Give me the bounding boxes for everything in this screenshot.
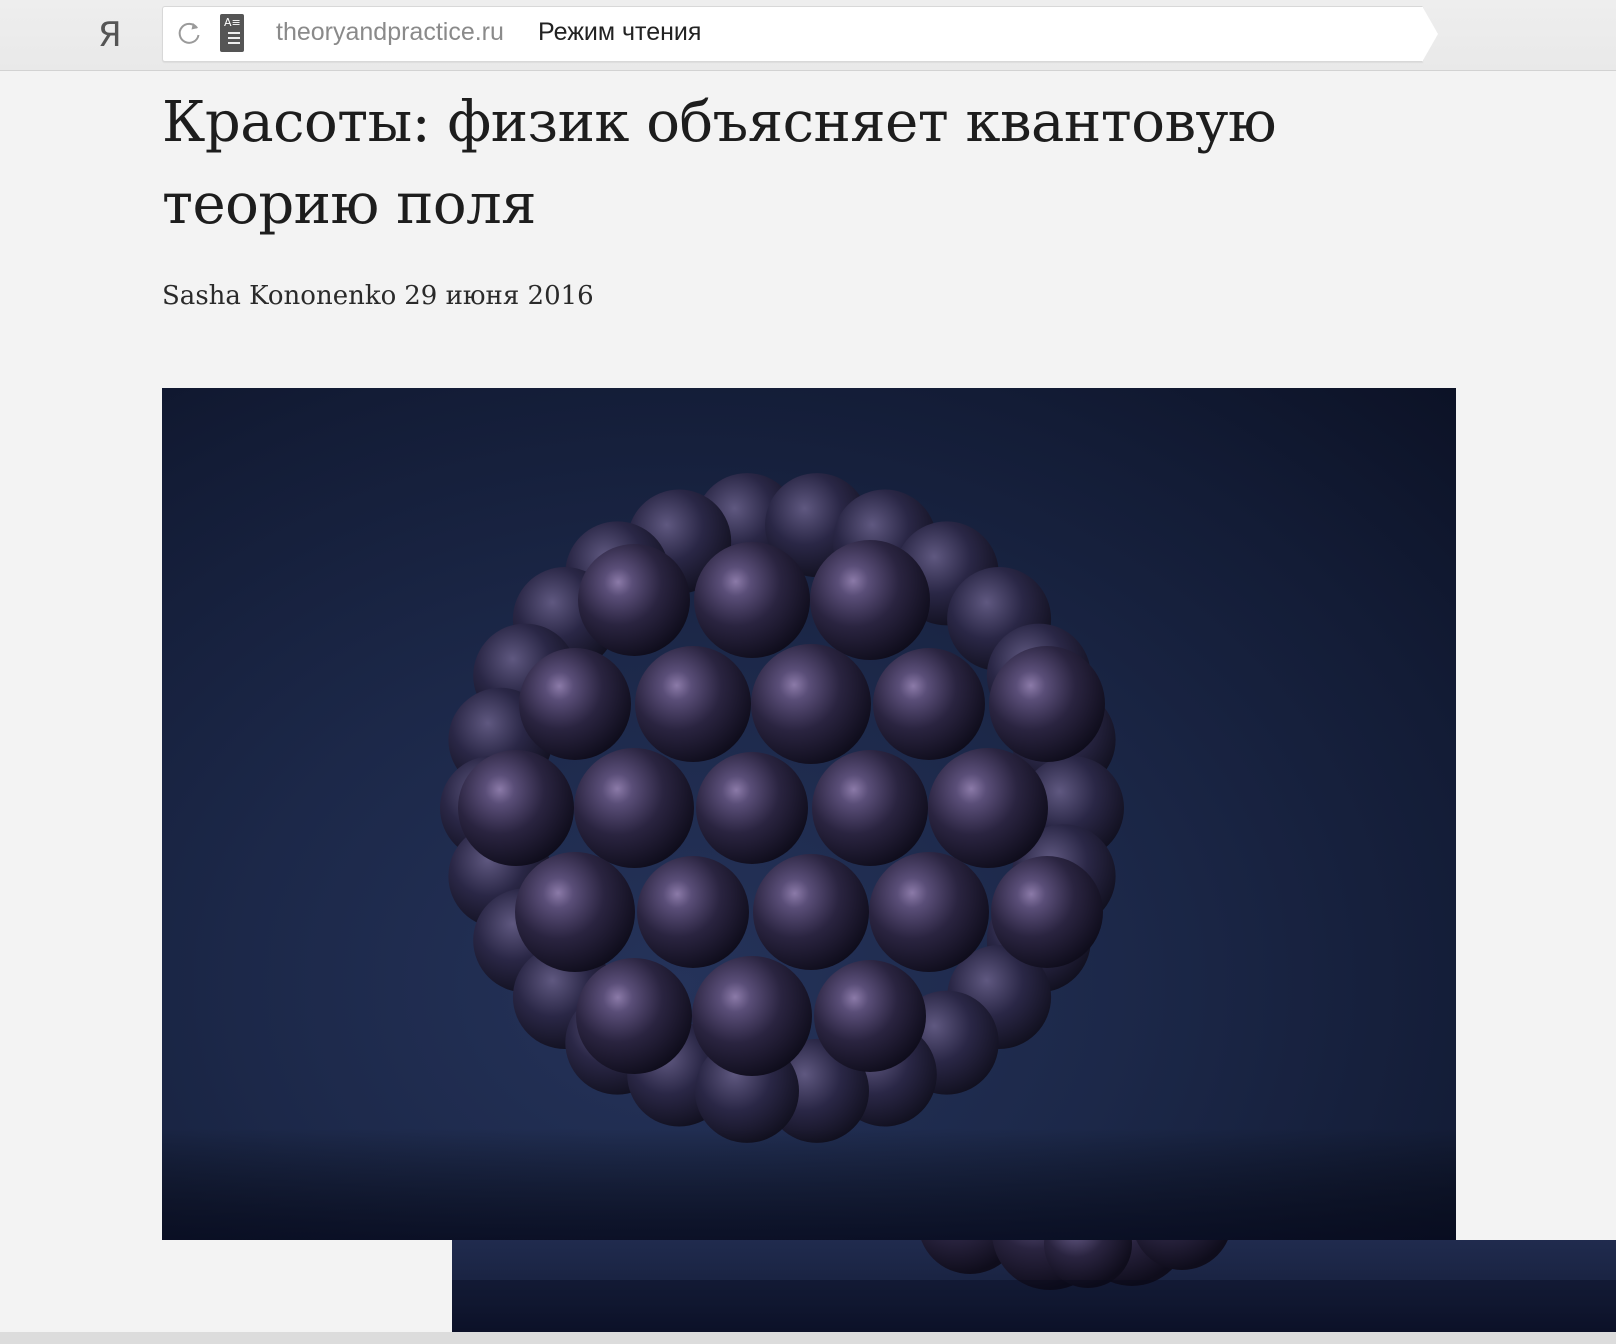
sphere [753,854,869,970]
hero-image [162,388,1456,1240]
article-title: Красоты: физик объясняет квантовую теори… [162,90,1277,237]
sphere [578,544,690,656]
sphere [810,540,930,660]
author-name[interactable]: Sasha Kononenko [162,281,396,311]
browser-toolbar: Я A≡ theoryandpractice.ru Режим чтения [0,0,1616,71]
sphere [869,852,989,972]
reader-mode-glyph: A≡ [224,16,241,29]
sphere [991,856,1103,968]
sphere [576,958,692,1074]
url-domain[interactable]: theoryandpractice.ru [276,16,504,48]
reload-icon[interactable] [176,19,202,47]
sphere [873,648,985,760]
page-bottom-edge [0,1332,1616,1344]
sphere [635,646,751,762]
article-byline: Sasha Kononenko 29 июня 2016 [162,278,594,314]
sphere [814,960,926,1072]
sphere [574,748,694,868]
sphere-cluster-fragment [452,1240,1616,1332]
sphere [696,752,808,864]
sphere [637,856,749,968]
reading-mode-label[interactable]: Режим чтения [538,16,701,48]
sphere [692,956,812,1076]
next-image-fragment [452,1240,1616,1332]
sphere [519,648,631,760]
sphere [751,644,871,764]
reader-mode-icon[interactable]: A≡ [220,14,244,52]
sphere [694,542,810,658]
sphere [928,748,1048,868]
sphere [458,750,574,866]
sphere-cluster-illustration [162,473,1456,1240]
sphere [989,646,1105,762]
publish-date: 29 июня 2016 [404,281,594,311]
address-bar-edge [1422,6,1438,62]
yandex-logo[interactable]: Я [98,12,122,58]
sphere [812,750,928,866]
sphere [515,852,635,972]
